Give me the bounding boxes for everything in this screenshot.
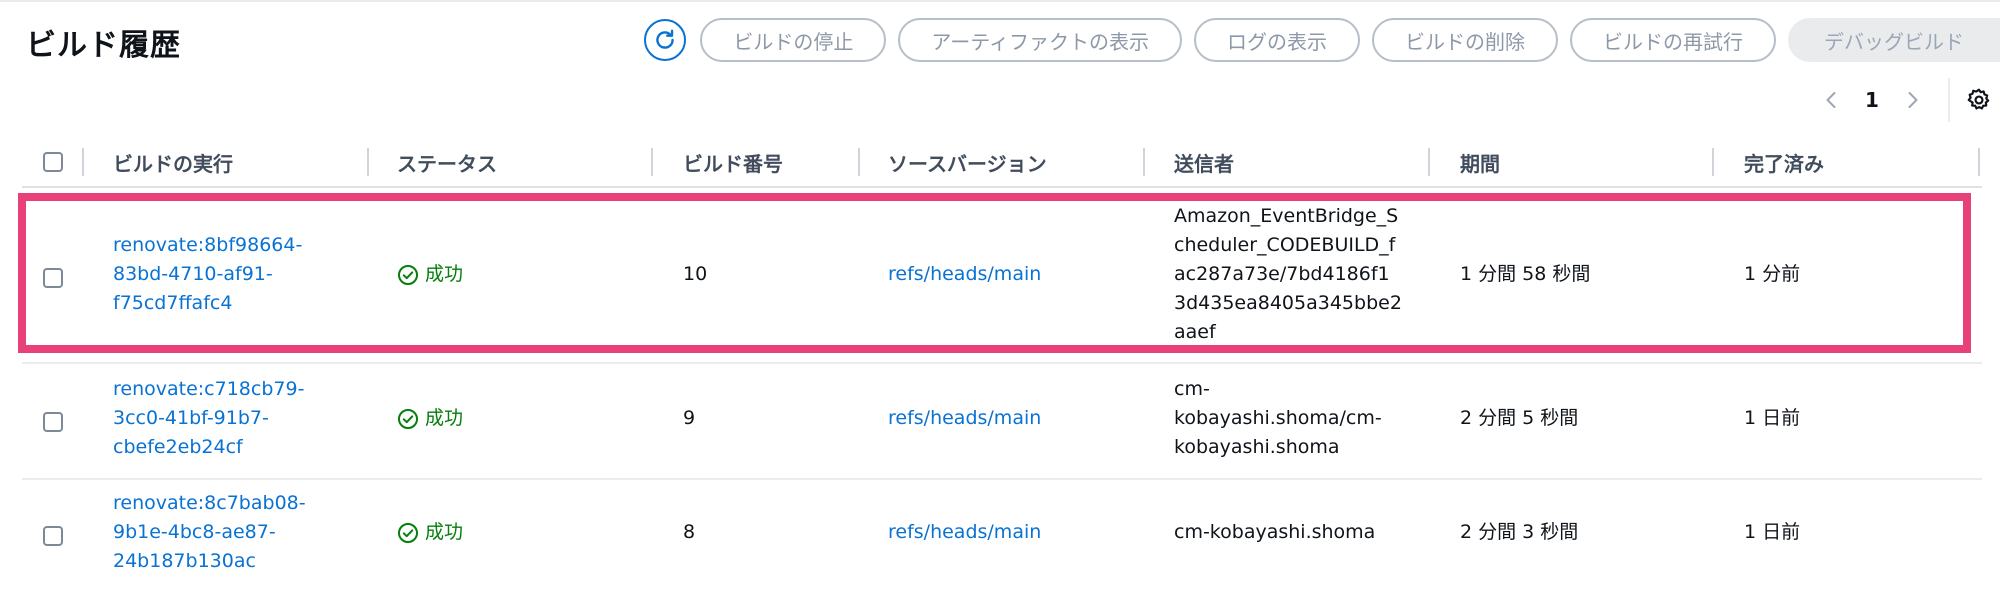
previous-page-button[interactable] [1812, 80, 1852, 120]
current-page[interactable]: 1 [1852, 88, 1892, 112]
table-header: ビルドの実行 ステータス ビルド番号 ソースバージョン 送信者 期間 完了済み [22, 140, 1982, 188]
source-version-link[interactable]: refs/heads/main [888, 404, 1041, 433]
submitter: Amazon_EventBridge_S cheduler_CODEBUILD_… [1174, 205, 1402, 343]
column-header-build-number[interactable]: ビルド番号 [683, 140, 783, 184]
select-all-checkbox[interactable] [43, 152, 63, 172]
status-badge: 成功 [397, 260, 463, 289]
next-page-button[interactable] [1892, 80, 1932, 120]
duration: 2 分間 3 秒間 [1460, 521, 1579, 543]
source-version-link[interactable]: refs/heads/main [888, 518, 1041, 547]
column-divider [1143, 148, 1145, 176]
debug-build-button[interactable]: デバッグビルド [1788, 18, 2000, 62]
success-check-icon [398, 264, 418, 285]
pagination: 1 [1812, 78, 2000, 122]
table-row: renovate:8c7bab08- 9b1e-4bc8-ae87- 24b18… [22, 480, 1982, 594]
column-divider [1428, 148, 1430, 176]
refresh-button[interactable] [644, 19, 687, 61]
column-divider [858, 148, 860, 176]
column-header-submitter[interactable]: 送信者 [1174, 140, 1234, 184]
column-header-completed[interactable]: 完了済み [1744, 140, 1824, 184]
retry-build-button[interactable]: ビルドの再試行 [1570, 18, 1776, 62]
gear-icon [1967, 88, 1990, 110]
submitter: cm-kobayashi.shoma [1174, 521, 1376, 543]
success-check-icon [398, 522, 418, 543]
table-row: renovate:c718cb79- 3cc0-41bf-91b7- cbefe… [22, 364, 1982, 480]
completed-time: 1 日前 [1744, 407, 1801, 429]
toolbar: ビルドの停止 アーティファクトの表示 ログの表示 ビルドの削除 ビルドの再試行 … [644, 17, 2000, 63]
view-logs-button[interactable]: ログの表示 [1194, 18, 1360, 62]
build-number: 9 [683, 407, 696, 429]
column-header-duration[interactable]: 期間 [1460, 140, 1500, 184]
delete-build-button[interactable]: ビルドの削除 [1372, 18, 1558, 62]
view-artifacts-button[interactable]: アーティファクトの表示 [898, 18, 1182, 62]
status-badge: 成功 [397, 404, 463, 433]
build-history-table: ビルドの実行 ステータス ビルド番号 ソースバージョン 送信者 期間 完了済み … [22, 140, 1982, 572]
status-badge: 成功 [397, 518, 463, 547]
column-divider [1712, 148, 1714, 176]
table-row: renovate:8bf98664- 83bd-4710-af91- f75cd… [22, 188, 1982, 364]
submitter: cm- kobayashi.shoma/cm- kobayashi.shoma [1174, 378, 1382, 458]
top-border [0, 0, 2000, 2]
row-checkbox[interactable] [43, 412, 63, 432]
page-title: ビルド履歴 [26, 28, 181, 63]
build-run-link[interactable]: renovate:8bf98664- 83bd-4710-af91- f75cd… [113, 231, 302, 318]
chevron-left-icon [1826, 92, 1836, 108]
stop-build-button[interactable]: ビルドの停止 [700, 18, 887, 62]
chevron-right-icon [1908, 92, 1918, 108]
pager-divider [1948, 78, 1950, 122]
duration: 1 分間 58 秒間 [1460, 263, 1591, 285]
build-run-link[interactable]: renovate:8c7bab08- 9b1e-4bc8-ae87- 24b18… [113, 489, 306, 576]
column-header-source-version[interactable]: ソースバージョン [888, 140, 1047, 184]
build-number: 10 [683, 263, 708, 285]
success-check-icon [398, 408, 418, 429]
preferences-button[interactable] [1964, 85, 1994, 115]
refresh-icon [656, 29, 675, 49]
column-divider [1978, 148, 1980, 176]
column-header-status[interactable]: ステータス [397, 140, 497, 184]
column-header-build-run[interactable]: ビルドの実行 [113, 140, 233, 184]
completed-time: 1 分前 [1744, 263, 1801, 285]
row-checkbox[interactable] [43, 526, 63, 546]
column-divider [651, 148, 653, 176]
row-checkbox[interactable] [43, 268, 63, 288]
source-version-link[interactable]: refs/heads/main [888, 260, 1041, 289]
build-run-link[interactable]: renovate:c718cb79- 3cc0-41bf-91b7- cbefe… [113, 375, 304, 462]
duration: 2 分間 5 秒間 [1460, 407, 1579, 429]
column-divider [82, 148, 84, 176]
completed-time: 1 日前 [1744, 521, 1801, 543]
column-divider [367, 148, 369, 176]
build-number: 8 [683, 521, 696, 543]
